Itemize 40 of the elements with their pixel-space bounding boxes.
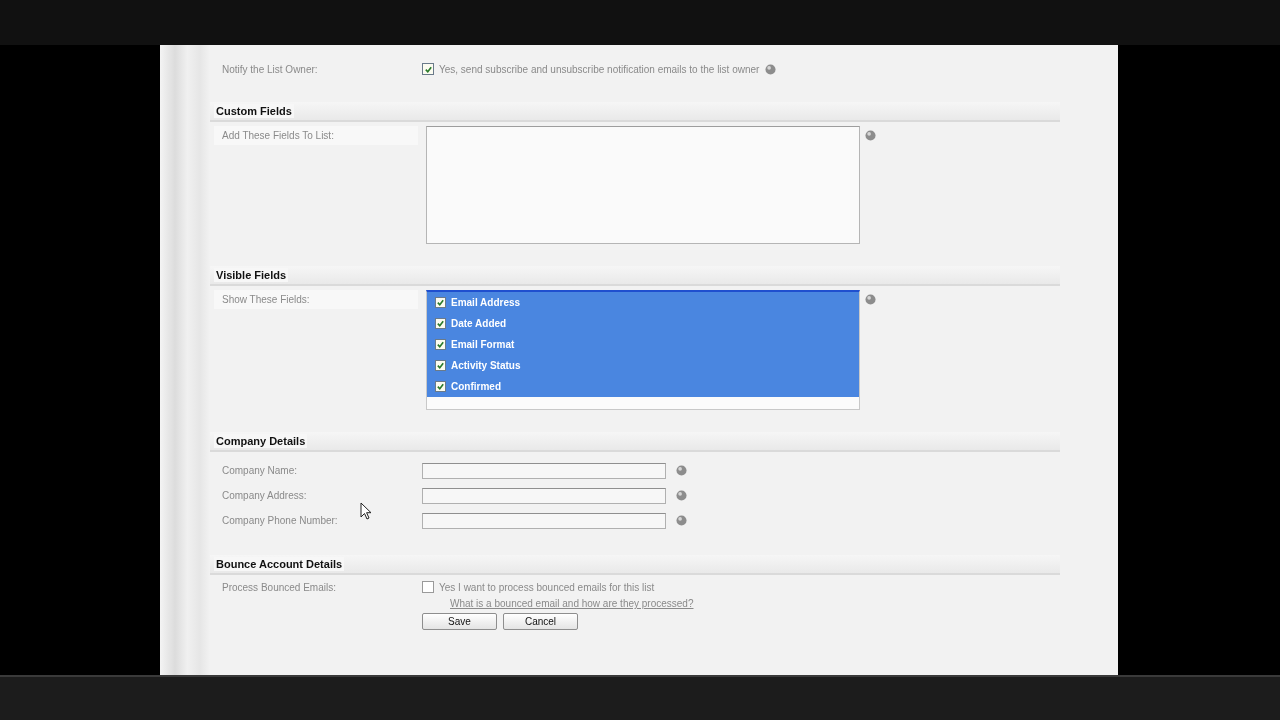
field-label: Company Address: [222, 490, 307, 501]
field-label: Company Name: [222, 465, 298, 476]
section-title: Company Details [214, 434, 308, 448]
list-item[interactable]: Email Format [427, 334, 859, 355]
field-label: Notify the List Owner: [222, 63, 318, 75]
section-title: Bounce Account Details [214, 557, 345, 571]
help-icon[interactable] [865, 130, 876, 141]
form-button[interactable]: Save [422, 613, 497, 630]
checkbox[interactable] [435, 297, 446, 308]
checkbox[interactable] [435, 381, 446, 392]
section-title: Visible Fields [214, 268, 289, 282]
checkbox-label: Yes I want to process bounced emails for this list [439, 581, 655, 593]
field-label: Company Phone Number: [222, 515, 338, 526]
mouse-pointer-icon [360, 502, 372, 520]
textarea-field[interactable] [426, 126, 860, 244]
checkbox[interactable] [422, 63, 434, 75]
section-title: Custom Fields [214, 104, 294, 118]
input-field[interactable] [422, 487, 666, 504]
help-icon[interactable] [676, 490, 687, 501]
listbox-field[interactable]: Email Address Date Added Email Format Activity Status Confirmed [426, 290, 860, 410]
help-icon[interactable] [676, 515, 687, 526]
help-icon[interactable] [765, 63, 777, 75]
input-field[interactable] [422, 462, 666, 479]
list-item[interactable]: Date Added [427, 313, 859, 334]
input-field[interactable] [422, 512, 666, 529]
checkbox[interactable] [435, 318, 446, 329]
checkbox[interactable] [435, 339, 446, 350]
field-label: Add These Fields To List: [214, 126, 418, 145]
list-item[interactable]: Confirmed [427, 376, 859, 397]
form-button[interactable]: Cancel [503, 613, 578, 630]
checkbox[interactable] [435, 360, 446, 371]
field-label: Show These Fields: [214, 290, 418, 309]
list-item[interactable]: Activity Status [427, 355, 859, 376]
help-link[interactable]: What is a bounced email and how are they processed? [450, 598, 694, 609]
help-icon[interactable] [865, 294, 876, 305]
checkbox[interactable] [422, 581, 434, 593]
list-item[interactable]: Email Address [427, 292, 859, 313]
help-icon[interactable] [676, 465, 687, 476]
field-label: Process Bounced Emails: [222, 582, 336, 593]
checkbox-label: Yes, send subscribe and unsubscribe notification emails to the list owner [439, 63, 760, 75]
